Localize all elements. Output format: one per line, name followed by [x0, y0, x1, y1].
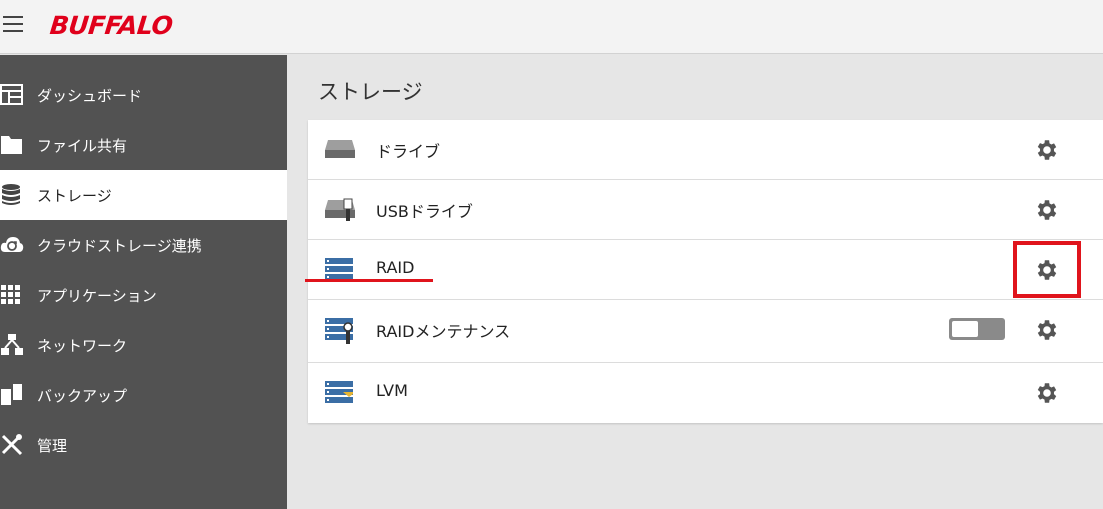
sidebar-item-cloud-storage[interactable]: クラウドストレージ連携 [0, 220, 287, 270]
list-item-usb-drive[interactable]: USBドライブ [308, 180, 1103, 240]
raid-maintenance-icon [325, 318, 353, 344]
drive-icon [325, 140, 355, 158]
backup-icon [1, 384, 22, 405]
sidebar-item-dashboard[interactable]: ダッシュボード [0, 70, 287, 120]
toggle-knob [952, 321, 978, 337]
raid-maintenance-toggle[interactable] [949, 318, 1005, 340]
tools-icon [1, 434, 23, 456]
list-item-label: RAID [376, 258, 415, 277]
sidebar-item-applications[interactable]: アプリケーション [0, 270, 287, 320]
sidebar-item-label: アプリケーション [37, 286, 157, 305]
list-item-lvm[interactable]: LVM [308, 363, 1103, 423]
sidebar-item-backup[interactable]: バックアップ [0, 370, 287, 420]
hamburger-menu-icon[interactable] [3, 16, 23, 34]
sidebar-item-label: ファイル共有 [37, 136, 128, 155]
cloud-sync-icon [0, 237, 24, 252]
list-item-raid[interactable]: RAID [308, 240, 1103, 300]
list-item-label: ドライブ [376, 142, 441, 161]
sidebar-item-storage[interactable]: ストレージ [0, 170, 287, 220]
gear-icon[interactable] [1034, 197, 1060, 223]
sidebar-item-label: ダッシュボード [37, 86, 143, 105]
usb-drive-icon [325, 198, 355, 221]
sidebar-item-label: ストレージ [37, 186, 112, 205]
gear-icon[interactable] [1034, 137, 1060, 163]
list-item-label: USBドライブ [376, 202, 473, 221]
sidebar-item-label: クラウドストレージ連携 [37, 236, 202, 255]
list-item-raid-maintenance[interactable]: RAIDメンテナンス [308, 300, 1103, 363]
dashboard-icon [0, 84, 23, 105]
list-item-drive[interactable]: ドライブ [308, 120, 1103, 180]
sidebar-item-label: ネットワーク [37, 336, 128, 355]
list-item-label: RAIDメンテナンス [376, 322, 511, 341]
lvm-icon [325, 381, 353, 403]
gear-icon[interactable] [1034, 380, 1060, 406]
sidebar-item-network[interactable]: ネットワーク [0, 320, 287, 370]
storage-list-card: ドライブ USBドライブ RAID RAIDメンテナンス LVM [308, 120, 1103, 423]
sidebar: ダッシュボード ファイル共有 ストレージ クラウドストレージ連携 アプリケーショ… [0, 55, 287, 509]
top-header: BUFFALO [0, 0, 1103, 54]
network-icon [1, 334, 23, 355]
sidebar-item-label: バックアップ [37, 386, 128, 405]
sidebar-item-label: 管理 [37, 436, 68, 455]
sidebar-item-file-sharing[interactable]: ファイル共有 [0, 120, 287, 170]
gear-icon[interactable] [1034, 317, 1060, 343]
raid-gear-annotation-box [1013, 241, 1081, 298]
sidebar-item-management[interactable]: 管理 [0, 420, 287, 470]
apps-grid-icon [1, 285, 20, 304]
list-item-label: LVM [376, 381, 408, 400]
page-title: ストレージ [318, 80, 423, 104]
database-icon [2, 184, 20, 205]
folder-icon [1, 136, 22, 154]
buffalo-logo: BUFFALO [48, 11, 174, 40]
raid-annotation-underline [305, 279, 433, 282]
